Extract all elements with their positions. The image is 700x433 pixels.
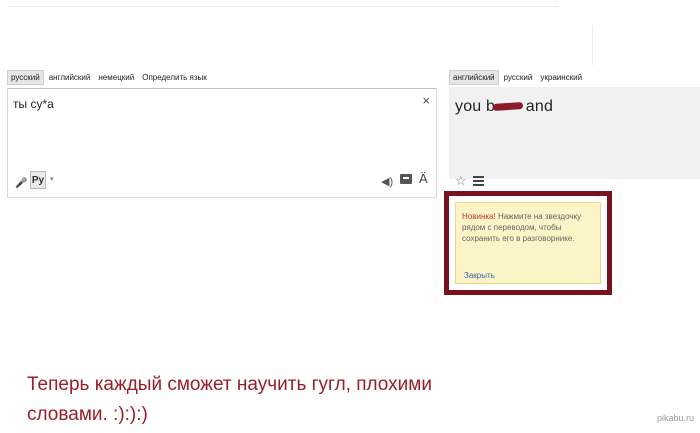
translation-result: you b and: [449, 87, 700, 179]
source-text: ты су*а: [13, 97, 54, 111]
close-icon[interactable]: ×: [422, 93, 430, 108]
right-divider: [592, 25, 593, 65]
translation-text: you b and: [455, 98, 553, 116]
tab-german[interactable]: немецкий: [95, 71, 137, 84]
caption-text: Теперь каждый сможет научить гугл, плохи…: [27, 374, 432, 425]
translation-text-end: and: [525, 98, 554, 115]
new-feature-popup: Новинка! Нажмите на звездочку рядом с пе…: [455, 202, 601, 284]
source-language-tabs: русский английский немецкий Определить я…: [7, 70, 212, 85]
tab-target-english[interactable]: английский: [449, 70, 499, 85]
censor-scribble: [492, 102, 524, 112]
target-language-tabs: английский русский украинский: [449, 70, 587, 85]
special-characters-icon[interactable]: Ä: [419, 171, 428, 186]
chevron-down-icon[interactable]: ▾: [50, 175, 54, 183]
tab-english[interactable]: английский: [46, 71, 94, 84]
microphone-icon[interactable]: 🎤: [15, 178, 27, 189]
tab-target-russian[interactable]: русский: [501, 71, 536, 84]
list-icon[interactable]: [473, 176, 484, 186]
popup-new-label: Новинка!: [462, 212, 496, 221]
input-tools-button[interactable]: Ру: [30, 171, 46, 189]
source-text-area[interactable]: ты су*а × 🎤 Ру ▾ ◀) Ä: [7, 88, 437, 198]
watermark: pikabu.ru: [656, 413, 694, 423]
translation-text-start: you b: [455, 98, 496, 115]
popup-close-link[interactable]: Закрыть: [464, 270, 495, 281]
tab-russian[interactable]: русский: [7, 70, 44, 85]
star-icon[interactable]: ☆: [455, 173, 467, 189]
speaker-icon[interactable]: ◀): [381, 175, 393, 188]
tab-detect-language[interactable]: Определить язык: [139, 71, 210, 84]
keyboard-icon[interactable]: [400, 174, 412, 184]
highlight-frame: Новинка! Нажмите на звездочку рядом с пе…: [444, 191, 612, 295]
top-divider: [8, 6, 558, 7]
tab-target-ukrainian[interactable]: украинский: [537, 71, 585, 84]
